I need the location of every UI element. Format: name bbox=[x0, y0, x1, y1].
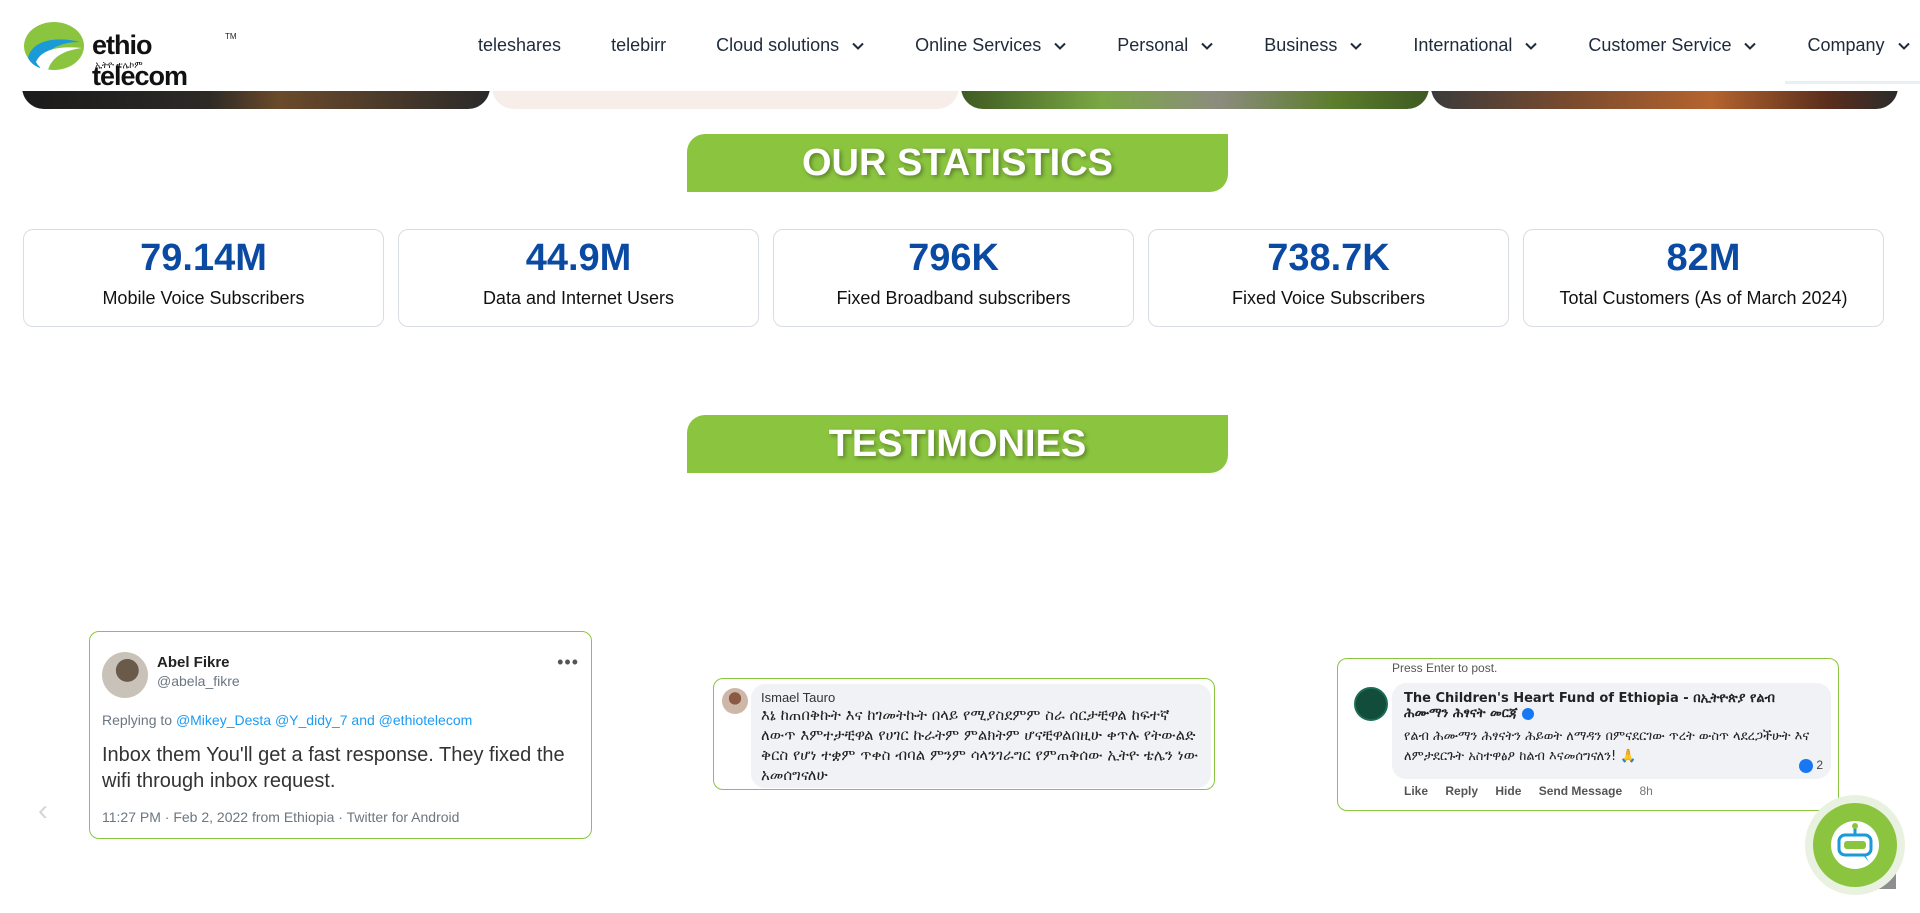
more-dots-icon: ••• bbox=[557, 652, 579, 672]
avatar bbox=[722, 688, 748, 714]
replying-prefix: Replying to bbox=[102, 712, 173, 728]
chevron-down-icon bbox=[1201, 42, 1213, 50]
nav-item-telebirr[interactable]: telebirr bbox=[611, 35, 666, 56]
facebook-comment-actions: Like Reply Hide Send Message 8h bbox=[1404, 784, 1667, 798]
chevron-down-icon bbox=[1525, 42, 1538, 50]
reaction-count-value: 2 bbox=[1816, 758, 1823, 773]
tweet-author-name: Abel Fikre bbox=[157, 654, 230, 671]
chatbot-robot-icon bbox=[1831, 821, 1879, 869]
nav-label: telebirr bbox=[611, 35, 667, 55]
nav-item-business[interactable]: Business bbox=[1264, 35, 1363, 56]
facebook-author-name: The Children's Heart Fund of Ethiopia - … bbox=[1404, 691, 1819, 721]
testimonial-card-tweet[interactable]: Abel Fikre @abela_fikre ••• Replying to … bbox=[89, 631, 592, 839]
comment-body: እኔ ከጠበቅኩት እና ከገመትኩት በላይ የሚያስደምም ስራ ሰርታቺዋ… bbox=[761, 706, 1198, 784]
stat-label: Mobile Voice Subscribers bbox=[102, 288, 305, 308]
tweet-replying-to: Replying to @Mikey_Desta @Y_didy_7 and @… bbox=[102, 712, 472, 728]
chevron-left-icon[interactable]: ‹ bbox=[38, 794, 48, 828]
nav-item-online-services[interactable]: Online Services bbox=[915, 35, 1067, 56]
tweet-meta: 11:27 PM · Feb 2, 2022 from Ethiopia · T… bbox=[102, 809, 460, 825]
stat-label: Total Customers (As of March 2024) bbox=[1559, 288, 1848, 308]
like-icon bbox=[1799, 759, 1814, 773]
logo-mark-icon bbox=[24, 22, 84, 70]
ethio-telecom-logo[interactable]: ethio telecom TM ኢትዮ ቴሌኮም bbox=[22, 18, 237, 91]
facebook-author-label: The Children's Heart Fund of Ethiopia - … bbox=[1404, 691, 1775, 721]
stat-value: 44.9M bbox=[525, 237, 632, 279]
testimonies-heading: TESTIMONIES bbox=[687, 415, 1228, 473]
facebook-comment-bubble: The Children's Heart Fund of Ethiopia - … bbox=[1392, 683, 1831, 779]
nav-label: Online Services bbox=[915, 35, 1042, 55]
statistics-heading: OUR STATISTICS bbox=[687, 134, 1228, 192]
site-header: ethio telecom TM ኢትዮ ቴሌኮም teleshares tel… bbox=[0, 0, 1920, 91]
avatar bbox=[102, 652, 148, 698]
statistics-cards: 79.14M Mobile Voice Subscribers 44.9M Da… bbox=[23, 229, 1884, 327]
stat-card-total-customers: 82M Total Customers (As of March 2024) bbox=[1523, 229, 1884, 327]
chevron-down-icon bbox=[1054, 42, 1066, 50]
stat-card-data-internet: 44.9M Data and Internet Users bbox=[398, 229, 759, 327]
facebook-comment-body: የልብ ሕሙማን ሕፃናትን ሕይወት ለማዳን በምናደርገው ጥረት ውስጥ… bbox=[1404, 729, 1810, 764]
stat-value: 796K bbox=[908, 237, 999, 279]
chevron-down-icon bbox=[1350, 42, 1363, 50]
nav-label: Customer Service bbox=[1588, 35, 1732, 55]
like-action[interactable]: Like bbox=[1404, 784, 1428, 798]
stat-card-mobile-voice: 79.14M Mobile Voice Subscribers bbox=[23, 229, 384, 327]
chevron-down-icon bbox=[852, 42, 864, 50]
nav-label: Personal bbox=[1117, 35, 1189, 55]
post-hint: Press Enter to post. bbox=[1392, 661, 1498, 675]
stat-label: Fixed Broadband subscribers bbox=[836, 288, 1071, 308]
main-nav: teleshares telebirr Cloud solutions Onli… bbox=[478, 0, 1920, 91]
testimonial-card-comment[interactable]: Ismael Tauro እኔ ከጠበቅኩት እና ከገመትኩት በላይ የሚያ… bbox=[713, 678, 1215, 790]
nav-item-cloud-solutions[interactable]: Cloud solutions bbox=[716, 35, 865, 56]
nav-label: International bbox=[1413, 35, 1513, 55]
replying-handles: @Mikey_Desta @Y_didy_7 and @ethiotelecom bbox=[175, 712, 473, 728]
comment-time: 8h bbox=[1639, 784, 1653, 798]
chatbot-icon bbox=[1813, 803, 1897, 887]
nav-item-teleshares[interactable]: teleshares bbox=[478, 35, 561, 56]
testimonial-card-facebook[interactable]: Press Enter to post. The Children's Hear… bbox=[1337, 658, 1839, 811]
stat-card-fixed-voice: 738.7K Fixed Voice Subscribers bbox=[1148, 229, 1509, 327]
verified-icon bbox=[1521, 707, 1534, 720]
stat-card-fixed-broadband: 796K Fixed Broadband subscribers bbox=[773, 229, 1134, 327]
tweet-body: Inbox them You'll get a fast response. T… bbox=[102, 744, 565, 792]
avatar bbox=[1354, 687, 1388, 721]
chevron-down-icon bbox=[1897, 42, 1910, 50]
nav-item-customer-service[interactable]: Customer Service bbox=[1588, 35, 1757, 56]
nav-item-international[interactable]: International bbox=[1413, 35, 1538, 56]
comment-bubble: Ismael Tauro እኔ ከጠበቅኩት እና ከገመትኩት በላይ የሚያ… bbox=[751, 684, 1211, 788]
nav-label: Business bbox=[1264, 35, 1338, 55]
chevron-down-icon bbox=[1744, 42, 1757, 50]
send-message-action[interactable]: Send Message bbox=[1539, 784, 1622, 798]
nav-label: Cloud solutions bbox=[716, 35, 840, 55]
logo-amharic: ኢትዮ ቴሌኮም bbox=[95, 60, 143, 70]
stat-value: 79.14M bbox=[140, 237, 267, 279]
nav-label: teleshares bbox=[478, 35, 562, 55]
reaction-count: 2 bbox=[1799, 758, 1823, 773]
logo-tm: TM bbox=[225, 32, 237, 41]
chatbot-button[interactable] bbox=[1805, 795, 1905, 895]
nav-item-personal[interactable]: Personal bbox=[1117, 35, 1214, 56]
comment-author-name: Ismael Tauro bbox=[761, 690, 836, 705]
stat-label: Fixed Voice Subscribers bbox=[1231, 288, 1426, 308]
stat-value: 738.7K bbox=[1267, 237, 1390, 279]
stat-label: Data and Internet Users bbox=[482, 288, 675, 308]
nav-item-company[interactable]: Company bbox=[1785, 35, 1920, 84]
hide-action[interactable]: Hide bbox=[1495, 784, 1521, 798]
tweet-author-handle: @abela_fikre bbox=[157, 673, 240, 689]
nav-label: Company bbox=[1807, 35, 1885, 55]
reply-action[interactable]: Reply bbox=[1445, 784, 1478, 798]
stat-value: 82M bbox=[1666, 237, 1741, 279]
